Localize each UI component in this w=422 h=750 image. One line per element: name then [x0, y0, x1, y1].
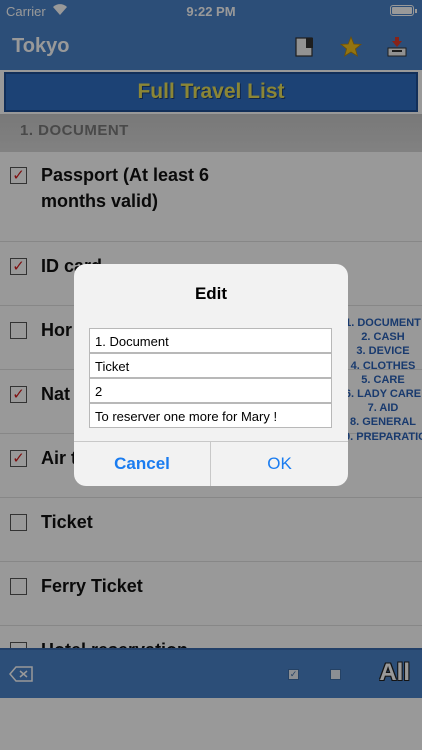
cancel-button[interactable]: Cancel [74, 442, 211, 486]
category-field[interactable]: 1. Document [89, 328, 332, 353]
dialog-buttons: Cancel OK [74, 441, 348, 486]
ok-button[interactable]: OK [211, 442, 348, 486]
note-field[interactable]: To reserver one more for Mary ! [89, 403, 332, 428]
edit-dialog: Edit 1. Document Ticket 2 To reserver on… [74, 264, 348, 486]
dialog-title: Edit [194, 284, 228, 303]
item-name-field[interactable]: Ticket [89, 353, 332, 378]
quantity-field[interactable]: 2 [89, 378, 332, 403]
